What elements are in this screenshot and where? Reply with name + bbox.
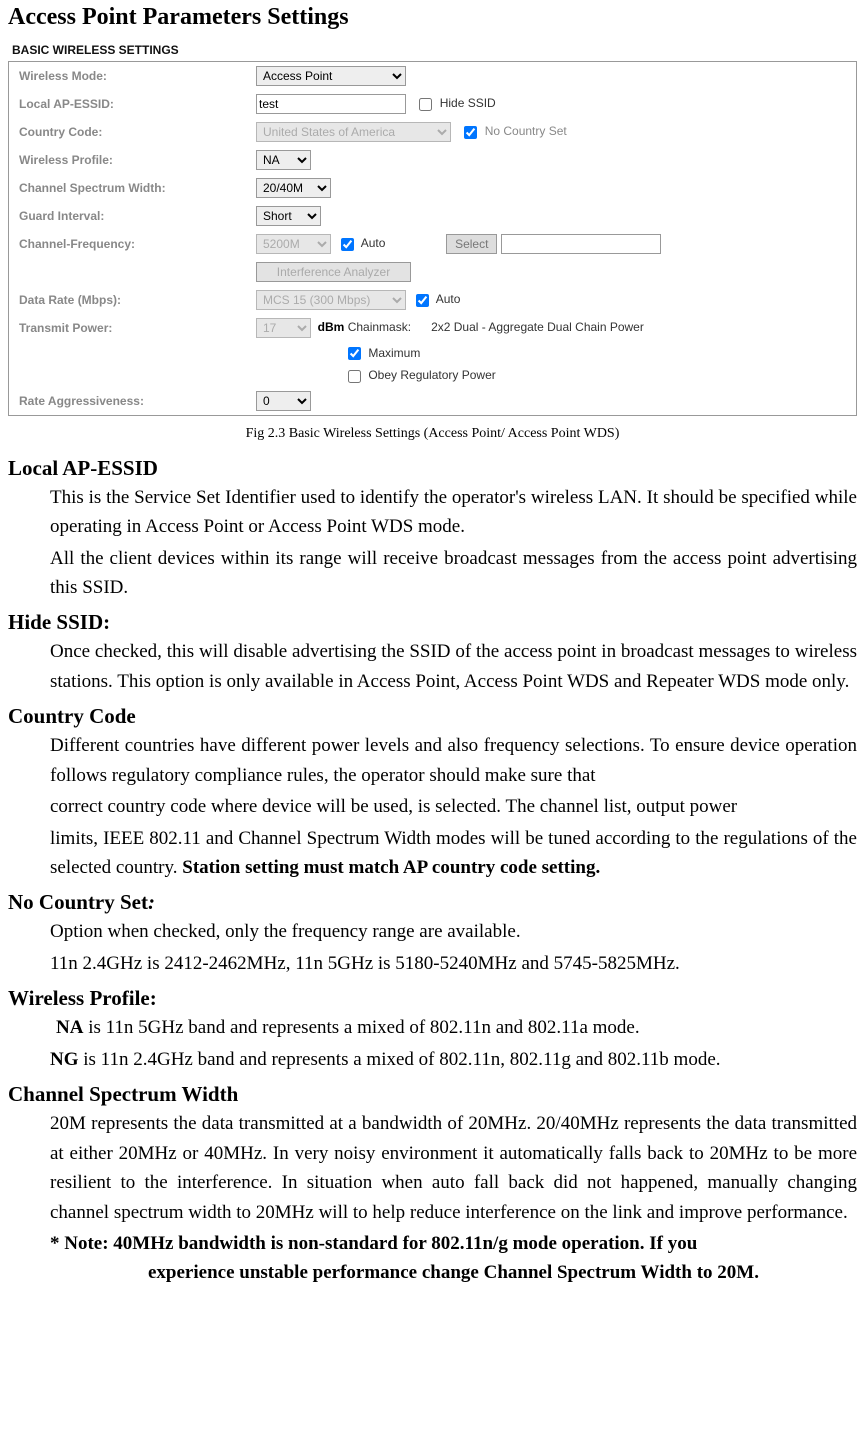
text-local-ap-essid-2: All the client devices within its range …	[50, 544, 857, 603]
hide-ssid-label: Hide SSID	[440, 96, 496, 110]
channel-auto-checkbox[interactable]	[341, 238, 354, 251]
heading-country-code: Country Code	[8, 704, 857, 729]
guard-interval-select[interactable]: Short	[256, 206, 321, 226]
text-no-country-set-1: Option when checked, only the frequency …	[50, 917, 857, 946]
text-wireless-profile-ng: NG is 11n 2.4GHz band and represents a m…	[50, 1045, 857, 1074]
text-no-country-set-2: 11n 2.4GHz is 2412-2462MHz, 11n 5GHz is …	[50, 949, 857, 978]
label-guard-interval: Guard Interval:	[9, 202, 250, 230]
channel-auto-label: Auto	[361, 236, 386, 250]
rate-aggressiveness-select[interactable]: 0	[256, 391, 311, 411]
hide-ssid-checkbox[interactable]	[419, 98, 432, 111]
chainmask-label: Chainmask:	[348, 320, 411, 334]
dbm-label: dBm	[318, 320, 345, 334]
text-channel-spectrum: 20M represents the data transmitted at a…	[50, 1109, 857, 1227]
channel-frequency-select[interactable]: 5200M	[256, 234, 331, 254]
note-line-1: * Note: 40MHz bandwidth is non-standard …	[50, 1229, 857, 1258]
maximum-power-checkbox[interactable]	[348, 347, 361, 360]
label-channel-frequency: Channel-Frequency:	[9, 230, 250, 258]
country-code-select[interactable]: United States of America	[256, 122, 451, 142]
chainmask-value: 2x2 Dual - Aggregate Dual Chain Power	[431, 320, 644, 334]
obey-regulatory-checkbox[interactable]	[348, 370, 361, 383]
label-channel-spectrum: Channel Spectrum Width:	[9, 174, 250, 202]
label-wireless-profile: Wireless Profile:	[9, 146, 250, 174]
data-rate-auto-label: Auto	[436, 292, 461, 306]
label-wireless-mode: Wireless Mode:	[9, 62, 250, 90]
transmit-power-select[interactable]: 17	[256, 318, 311, 338]
wireless-mode-select[interactable]: Access Point	[256, 66, 406, 86]
text-wireless-profile-na: NA is 11n 5GHz band and represents a mix…	[56, 1013, 857, 1042]
text-country-code-3: limits, IEEE 802.11 and Channel Spectrum…	[50, 824, 857, 883]
basic-wireless-panel: Wireless Mode: Access Point Local AP-ESS…	[8, 61, 857, 416]
interference-analyzer-button[interactable]: Interference Analyzer	[256, 262, 411, 282]
obey-regulatory-label: Obey Regulatory Power	[368, 368, 495, 382]
maximum-power-label: Maximum	[368, 346, 420, 360]
label-local-ap-essid: Local AP-ESSID:	[9, 90, 250, 118]
page-title: Access Point Parameters Settings	[8, 4, 857, 31]
data-rate-select[interactable]: MCS 15 (300 Mbps)	[256, 290, 406, 310]
label-transmit-power: Transmit Power:	[9, 314, 250, 342]
heading-local-ap-essid: Local AP-ESSID	[8, 456, 857, 481]
figure-basic-wireless: BASIC WIRELESS SETTINGS Wireless Mode: A…	[8, 43, 857, 416]
text-country-code-1: Different countries have different power…	[50, 731, 857, 790]
label-rate-aggressiveness: Rate Aggressiveness:	[9, 387, 250, 415]
text-local-ap-essid-1: This is the Service Set Identifier used …	[50, 483, 857, 542]
heading-channel-spectrum-width: Channel Spectrum Width	[8, 1082, 857, 1107]
wireless-profile-select[interactable]: NA	[256, 150, 311, 170]
select-channel-button[interactable]: Select	[446, 234, 497, 254]
figure-caption: Fig 2.3 Basic Wireless Settings (Access …	[8, 426, 857, 442]
data-rate-auto-checkbox[interactable]	[416, 294, 429, 307]
local-ap-essid-input[interactable]	[256, 94, 406, 114]
no-country-set-checkbox[interactable]	[464, 126, 477, 139]
heading-wireless-profile: Wireless Profile:	[8, 986, 857, 1011]
label-country-code: Country Code:	[9, 118, 250, 146]
text-hide-ssid: Once checked, this will disable advertis…	[50, 637, 857, 696]
no-country-set-label: No Country Set	[485, 124, 567, 138]
heading-hide-ssid: Hide SSID:	[8, 610, 857, 635]
panel-heading: BASIC WIRELESS SETTINGS	[12, 43, 857, 57]
heading-no-country-set: No Country Set:	[8, 890, 857, 915]
selected-channels-input[interactable]	[501, 234, 661, 254]
label-data-rate: Data Rate (Mbps):	[9, 286, 250, 314]
text-country-code-2: correct country code where device will b…	[50, 792, 857, 821]
channel-spectrum-select[interactable]: 20/40M	[256, 178, 331, 198]
note-line-2: experience unstable performance change C…	[148, 1258, 857, 1287]
